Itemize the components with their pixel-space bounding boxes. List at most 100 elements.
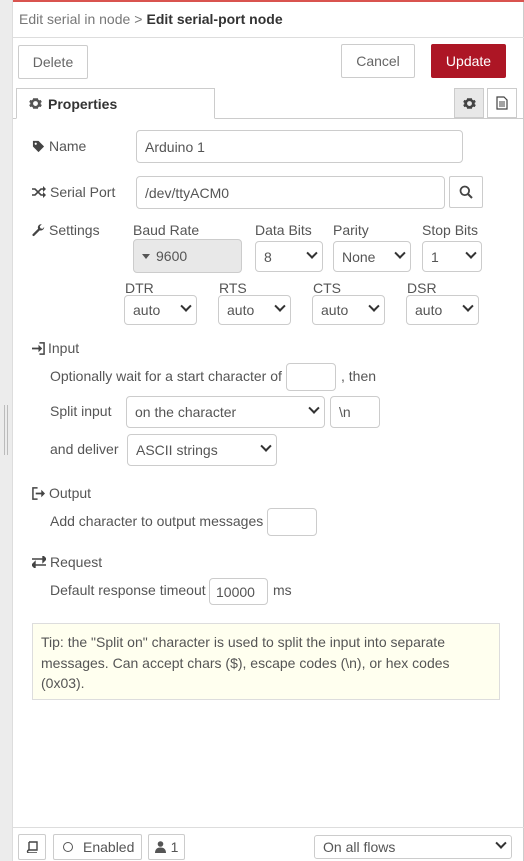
stop-bits-value: 1 — [431, 248, 439, 265]
add-char-label: Add character to output messages — [50, 513, 264, 529]
chevron-down-icon — [274, 300, 286, 312]
deliver-value: ASCII strings — [136, 442, 218, 458]
breadcrumb: Edit serial in node > Edit serial-port nod… — [19, 11, 283, 27]
page-title: Edit serial-port node — [146, 11, 283, 27]
sign-in-icon — [32, 341, 45, 355]
dsr-label: DSR — [407, 280, 437, 296]
name-input[interactable]: Arduino 1 — [136, 130, 463, 163]
search-ports-button[interactable] — [449, 176, 483, 208]
chevron-down-icon — [260, 440, 272, 452]
name-label-row: Name — [32, 138, 86, 154]
rts-select[interactable]: auto — [218, 295, 291, 325]
serial-port-input[interactable]: /dev/ttyACM0 — [136, 176, 445, 209]
dsr-value: auto — [415, 302, 443, 318]
parity-select[interactable]: None — [333, 241, 411, 272]
settings-label-row: Settings — [32, 222, 100, 238]
split-input-value: on the character — [135, 404, 237, 420]
data-bits-select[interactable]: 8 — [255, 241, 323, 272]
parity-value: None — [342, 248, 376, 265]
cts-select[interactable]: auto — [312, 295, 385, 325]
caret-down-icon — [142, 253, 150, 259]
chevron-down-icon — [462, 300, 474, 312]
exchange-icon — [32, 556, 46, 568]
baud-rate-select[interactable]: 9600 — [133, 239, 242, 273]
gear-icon — [462, 97, 476, 109]
add-char-input[interactable] — [267, 508, 317, 536]
wrench-icon — [32, 223, 45, 236]
chevron-down-icon — [495, 837, 507, 849]
split-char-input[interactable]: \n — [330, 396, 380, 428]
dtr-select[interactable]: auto — [124, 295, 197, 325]
dtr-label: DTR — [125, 280, 154, 296]
users-button[interactable]: 1 — [148, 834, 185, 860]
rts-label: RTS — [219, 280, 247, 296]
baud-rate-label: Baud Rate — [133, 222, 200, 238]
node-help-button[interactable] — [18, 834, 46, 860]
name-label: Name — [49, 138, 87, 154]
flows-select[interactable]: On all flows — [314, 835, 512, 859]
tab-properties[interactable]: Properties — [16, 88, 215, 119]
data-bits-label: Data Bits — [255, 222, 312, 238]
top-accent-line — [13, 0, 524, 2]
stop-bits-label: Stop Bits — [422, 222, 479, 238]
request-section-label: Request — [50, 554, 103, 570]
chevron-down-icon — [368, 300, 380, 312]
resize-grip-icon[interactable] — [4, 405, 8, 455]
breadcrumb-parent[interactable]: Edit serial in node — [19, 11, 130, 27]
update-button[interactable]: Update — [431, 44, 506, 78]
sign-out-icon — [32, 486, 45, 500]
start-char-prefix: Optionally wait for a start character of — [50, 368, 282, 384]
tab-node-settings[interactable] — [454, 88, 484, 118]
start-char-suffix: , then — [341, 368, 377, 384]
timeout-unit: ms — [273, 582, 292, 598]
request-section-header: Request — [32, 554, 102, 570]
gear-icon — [29, 98, 42, 109]
deliver-label: and deliver — [50, 441, 119, 457]
chevron-down-icon — [180, 300, 192, 312]
header-divider — [13, 37, 524, 38]
chevron-down-icon — [306, 247, 318, 259]
tag-icon — [32, 140, 45, 152]
book-icon — [26, 841, 38, 853]
chevron-down-icon — [308, 402, 320, 414]
baud-rate-value: 9600 — [156, 248, 188, 264]
cts-value: auto — [321, 302, 349, 318]
breadcrumb-separator: > — [134, 11, 143, 27]
deliver-select[interactable]: ASCII strings — [127, 434, 277, 466]
dtr-value: auto — [133, 302, 161, 318]
user-icon — [154, 841, 166, 853]
serial-port-label: Serial Port — [50, 184, 116, 200]
cts-label: CTS — [313, 280, 341, 296]
input-section-header: Input — [32, 340, 79, 356]
output-section-label: Output — [49, 485, 92, 501]
rts-value: auto — [227, 302, 255, 318]
tip-box: Tip: the "Split on" character is used to… — [32, 623, 500, 700]
enabled-toggle[interactable]: Enabled — [53, 834, 142, 860]
shuffle-icon — [32, 186, 46, 198]
stop-bits-select[interactable]: 1 — [422, 241, 482, 272]
serial-port-label-row: Serial Port — [32, 184, 115, 200]
start-char-input[interactable] — [286, 363, 336, 391]
parity-label: Parity — [333, 222, 369, 238]
footer-divider — [13, 827, 524, 828]
left-resize-strip[interactable] — [0, 0, 13, 861]
search-icon — [459, 185, 473, 199]
toggle-circle-icon — [63, 842, 73, 852]
cancel-button[interactable]: Cancel — [341, 44, 415, 78]
tip-text: Tip: the "Split on" character is used to… — [41, 634, 450, 691]
enabled-label: Enabled — [83, 839, 135, 855]
split-input-label: Split input — [50, 403, 112, 419]
data-bits-value: 8 — [264, 248, 272, 265]
chevron-down-icon — [465, 247, 477, 259]
input-section-label: Input — [48, 340, 80, 356]
edit-tray: Edit serial in node > Edit serial-port nod… — [13, 0, 524, 861]
delete-button[interactable]: Delete — [18, 45, 88, 79]
dsr-select[interactable]: auto — [406, 295, 479, 325]
timeout-input[interactable]: 10000 — [209, 578, 268, 605]
chevron-down-icon — [394, 247, 406, 259]
tab-description[interactable] — [487, 88, 517, 118]
output-section-header: Output — [32, 485, 91, 501]
document-icon — [496, 96, 508, 110]
split-input-select[interactable]: on the character — [126, 396, 325, 428]
flows-value: On all flows — [323, 839, 396, 855]
